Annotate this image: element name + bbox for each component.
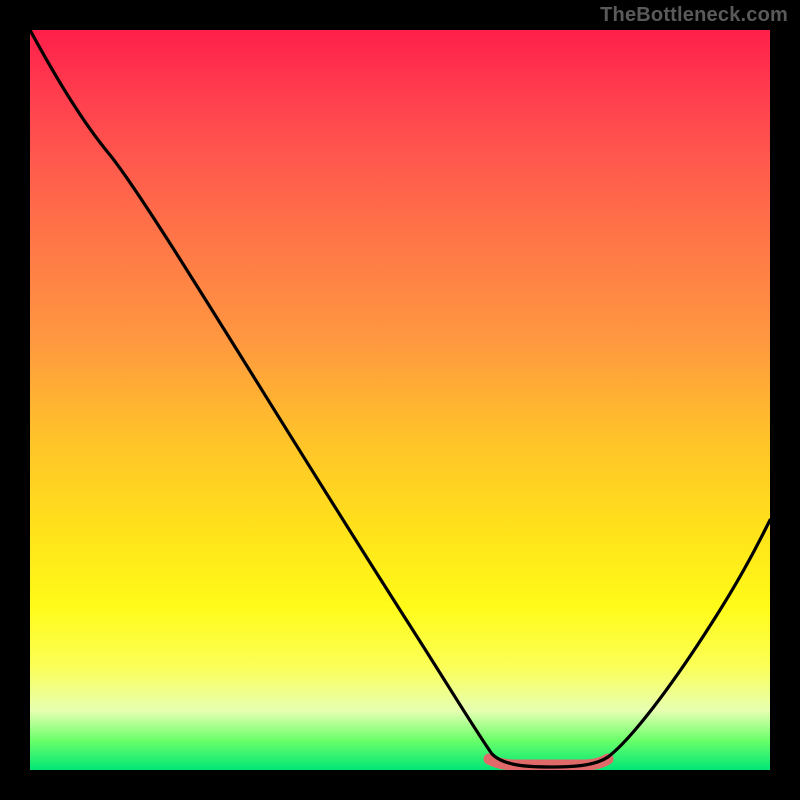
chart-frame: TheBottleneck.com [0, 0, 800, 800]
bottleneck-curve [30, 30, 770, 767]
curve-svg [30, 30, 770, 770]
plot-area [30, 30, 770, 770]
attribution-text: TheBottleneck.com [600, 4, 788, 27]
